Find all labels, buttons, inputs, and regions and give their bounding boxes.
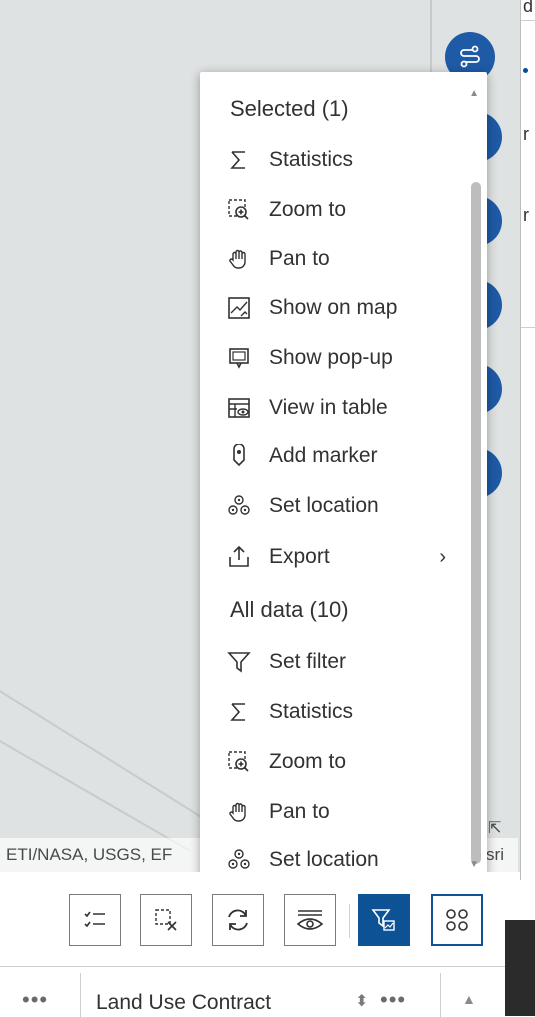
side-panel-dot: [523, 68, 528, 73]
menu-item-label: Show on map: [269, 296, 398, 319]
menu-item-label: Pan to: [269, 247, 330, 270]
sigma-icon: [226, 699, 252, 725]
clear-selection-button[interactable]: [140, 894, 192, 946]
expand-attribution-icon[interactable]: ⇱: [488, 818, 501, 838]
dark-panel-edge: [505, 920, 535, 1016]
column-menu-icon[interactable]: •••: [22, 987, 48, 1013]
column-divider: [80, 973, 81, 1017]
menu-item-label: Pan to: [269, 800, 330, 823]
menu-item-set-location[interactable]: Set location: [226, 486, 466, 526]
menu-scroll-down-icon[interactable]: ▼: [469, 859, 479, 870]
filter-by-map-button[interactable]: [358, 894, 410, 946]
table-toolbar: [0, 872, 505, 950]
show-eye-icon: [296, 910, 324, 930]
table-view-icon: [226, 395, 252, 421]
marker-icon: [226, 443, 252, 469]
menu-item-pan-to-all[interactable]: Pan to: [226, 792, 466, 832]
menu-item-label: View in table: [269, 396, 388, 419]
hand-icon: [226, 246, 252, 272]
menu-item-show-popup[interactable]: Show pop-up: [226, 338, 466, 378]
menu-item-label: Zoom to: [269, 198, 347, 221]
menu-item-set-filter[interactable]: Set filter: [226, 642, 466, 682]
sort-icon[interactable]: ⬍: [355, 991, 368, 1011]
divider: [521, 327, 535, 328]
refresh-button[interactable]: [212, 894, 264, 946]
menu-item-label: Add marker: [269, 444, 378, 467]
menu-item-show-on-map[interactable]: Show on map: [226, 288, 466, 328]
map-road: [0, 740, 191, 852]
table-header: ••• Land Use Contract ⬍ ••• ▲: [0, 966, 505, 1017]
column-menu-icon[interactable]: •••: [380, 987, 406, 1013]
all-data-group-title: All data (10): [230, 597, 349, 622]
list-check-icon: [84, 911, 105, 928]
attribution-esri: sri: [486, 845, 504, 864]
side-panel-char: r: [523, 124, 529, 144]
show-on-map-icon: [226, 295, 252, 321]
filter-icon: [226, 649, 252, 675]
menu-item-label: Show pop-up: [269, 346, 393, 369]
scroll-up-icon[interactable]: ▲: [462, 991, 476, 1007]
export-icon: [226, 544, 252, 570]
menu-item-label: Statistics: [269, 148, 354, 171]
menu-item-view-in-table[interactable]: View in table: [226, 388, 466, 428]
divider: [521, 20, 535, 21]
set-location-icon: [226, 493, 252, 519]
zoom-to-icon: [226, 197, 252, 223]
show-selection-button[interactable]: [69, 894, 121, 946]
column-divider: [440, 973, 441, 1017]
hand-icon: [226, 799, 252, 825]
menu-item-label: Statistics: [269, 700, 354, 723]
set-location-icon: [226, 847, 252, 873]
attribution-text: ETI/NASA, USGS, EF: [6, 845, 173, 864]
filter-map-icon: [371, 909, 395, 931]
zoom-to-icon: [226, 749, 252, 775]
menu-item-label: Set location: [269, 494, 379, 517]
grid-icon: [446, 909, 468, 931]
refresh-icon: [228, 909, 248, 931]
toolbar-divider: [349, 904, 350, 938]
more-actions-button[interactable]: [431, 894, 483, 946]
menu-item-zoom-to-all[interactable]: Zoom to: [226, 742, 466, 782]
chevron-right-icon: ›: [439, 545, 446, 568]
side-panel-edge: d r r: [520, 0, 535, 880]
side-panel-char: d: [523, 0, 534, 16]
menu-scrollbar[interactable]: [471, 182, 481, 864]
menu-item-label: Set location: [269, 848, 379, 871]
menu-item-statistics[interactable]: Statistics: [226, 140, 466, 180]
menu-item-label: Set filter: [269, 650, 347, 673]
menu-item-zoom-to[interactable]: Zoom to: [226, 190, 466, 230]
menu-item-label: Zoom to: [269, 750, 347, 773]
show-all-button[interactable]: [284, 894, 336, 946]
menu-scroll-up-icon[interactable]: ▲: [469, 88, 479, 99]
map-road: [430, 0, 432, 80]
menu-item-export[interactable]: Export ›: [226, 537, 466, 577]
menu-item-pan-to[interactable]: Pan to: [226, 239, 466, 279]
route-icon: [460, 45, 480, 68]
sigma-icon: [226, 147, 252, 173]
selected-group-title: Selected (1): [230, 96, 349, 121]
menu-item-label: Export: [269, 545, 330, 568]
popup-icon: [226, 345, 252, 371]
actions-menu: ▲ ▼ Selected (1) Statistics Zoom to Pan …: [200, 72, 487, 880]
column-header-label[interactable]: Land Use Contract: [96, 991, 271, 1015]
menu-item-add-marker[interactable]: Add marker: [226, 436, 466, 476]
side-panel-char: r: [523, 205, 529, 225]
menu-item-statistics-all[interactable]: Statistics: [226, 692, 466, 732]
clear-selection-icon: [155, 909, 177, 931]
